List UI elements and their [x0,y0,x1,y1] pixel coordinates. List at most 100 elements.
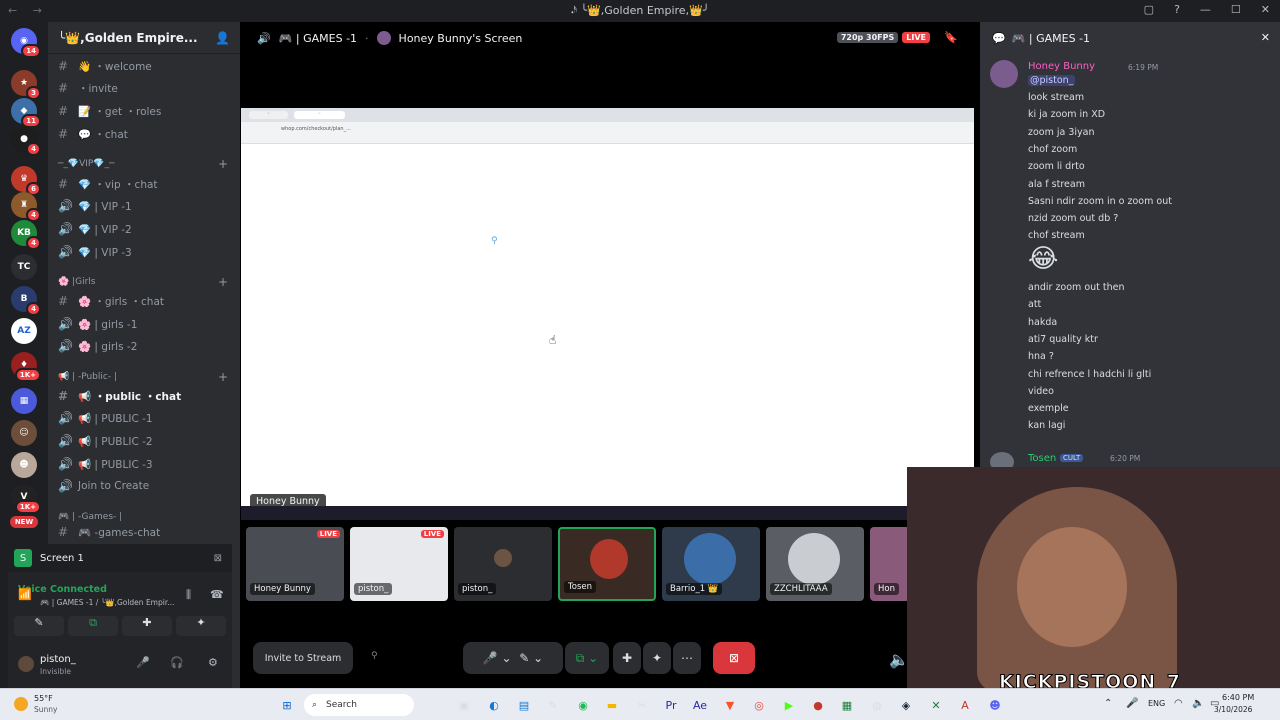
server-icon[interactable]: ♛ 6 [11,166,41,196]
category-girls[interactable]: 🌸 |Girls + [58,274,234,290]
soundboard-icon[interactable]: ✦ [643,642,671,674]
inbox-icon[interactable]: ▢ [1144,3,1154,16]
channel-invite[interactable]: # ・invite [58,78,234,98]
noise-suppression-icon[interactable]: ⫼ [186,588,191,602]
channel-welcome[interactable]: # 👋 ・welcome [58,56,234,76]
voice-girls-1[interactable]: 🔊 🌸 | girls -1 [58,314,234,334]
user-mention[interactable]: @piston_ [1028,75,1076,86]
clock-time[interactable]: 6:40 PM [1222,693,1254,702]
voice-public-3[interactable]: 🔊 📢 | PUBLIC -3 [58,454,234,474]
voice-girls-2[interactable]: 🔊 🌸 | girls -2 [58,336,234,356]
start-icon[interactable]: ⊞ [277,695,297,715]
server-header[interactable]: ╰👑,Golden Empire... 👤 [48,22,240,54]
minimize-button[interactable]: — [1200,3,1211,16]
category-vip[interactable]: ─_💎VIP💎_─ + [58,156,234,172]
premiere-icon[interactable]: Pr [661,695,681,715]
app-icon[interactable]: ▦ [837,695,857,715]
task-view-icon[interactable]: ▣ [454,695,474,715]
spotify-icon[interactable]: ◉ [573,695,593,715]
pin-icon[interactable]: ⚲ [371,651,378,661]
brave-icon[interactable]: ▼ [720,695,740,715]
server-icon[interactable]: B4 [11,286,41,316]
avatar[interactable] [990,60,1018,88]
channel-vip-chat[interactable]: # 💎 ・vip ・chat [58,174,234,194]
category-public[interactable]: 📢 | -Public- | + [58,369,234,385]
voice-vip-3[interactable]: 🔊 💎 | VIP -3 [58,242,234,262]
participant-tile[interactable]: LIVE Honey Bunny [246,527,344,601]
shared-screen[interactable]: ◦ ◦ whop.com/checkout/plan_... ⚲ ☝ [241,108,974,508]
bookmark-icon[interactable]: 🔖 [944,31,958,44]
participant-tile[interactable]: Hon [870,527,910,601]
participant-tile[interactable]: Barrio_1 👑 [662,527,760,601]
app-icon[interactable]: ◍ [867,695,887,715]
participant-tile[interactable]: Tosen [558,527,656,601]
discord-icon[interactable]: ☻ [985,695,1005,715]
xbox-icon[interactable]: ✕ [926,695,946,715]
activities-icon[interactable]: ✚ [122,616,172,636]
message-author[interactable]: Honey Bunny [1028,61,1095,72]
taskbar-search[interactable]: ⌕ Search [304,694,414,716]
server-icon[interactable]: V 1K+ [11,484,41,514]
weather-icon[interactable] [14,697,28,711]
edge-icon[interactable]: ◐ [484,695,504,715]
chrome-icon[interactable]: ◎ [749,695,769,715]
close-icon[interactable]: ⊠ [214,553,222,564]
add-channel-icon[interactable]: + [218,275,228,289]
participant-tile[interactable]: piston_ [454,527,552,601]
close-button[interactable]: ✕ [1261,3,1270,16]
channel-chat[interactable]: # 💬 ・chat [58,124,234,144]
server-icon[interactable]: ☺ [11,420,37,446]
wifi-icon[interactable]: ◠ [1174,698,1183,709]
leave-call-button[interactable]: ⊠ [713,642,755,674]
home-icon[interactable]: ◉ 14 [11,28,41,58]
kick-icon[interactable]: ▶ [779,695,799,715]
avatar[interactable] [18,656,34,672]
camera-off-icon[interactable]: ✎ ⌄ [519,651,543,665]
voice-vip-2[interactable]: 🔊 💎 | VIP -2 [58,219,234,239]
server-az-icon[interactable]: AZ [11,318,37,344]
steam-icon[interactable]: ◈ [896,695,916,715]
capcut-icon[interactable]: ✂ [632,695,652,715]
channel-public-chat[interactable]: # 📢 ・public ・chat [58,386,234,406]
screen-share-card[interactable]: S Screen 1 ⊠ [8,544,232,572]
volume-icon[interactable]: 🔈 [1192,698,1204,709]
channel-girls-chat[interactable]: # 🌸 ・girls ・chat [58,291,234,311]
server-icon[interactable]: KB 4 [11,220,41,250]
screen-share-button[interactable]: ⧉ ⌄ [565,642,609,674]
server-tc-icon[interactable]: TC [11,254,37,280]
server-icon[interactable]: ♦ 1K+ [11,352,41,382]
folder-icon[interactable]: ▦ [11,388,37,414]
app-icon[interactable]: A [955,695,975,715]
whiteboard-icon[interactable]: ✎ [14,616,64,636]
activities-icon[interactable]: ✚ [613,642,641,674]
channel-get-roles[interactable]: # 📝 ・get ・roles [58,101,234,121]
weather-temp[interactable]: 55°F [34,694,53,703]
close-icon[interactable]: ✕ [1261,31,1270,44]
voice-public-2[interactable]: 🔊 📢 | PUBLIC -2 [58,431,234,451]
category-games[interactable]: 🎮 | -Games- | [58,509,234,525]
microphone-icon[interactable]: 🎤 ⌄ [483,651,512,665]
voice-vip-1[interactable]: 🔊 💎 | VIP -1 [58,196,234,216]
add-channel-icon[interactable]: + [218,370,228,384]
microphone-icon[interactable]: 🎤 [136,656,150,669]
add-channel-icon[interactable]: + [218,157,228,171]
disconnect-icon[interactable]: ☎ [210,588,224,601]
app-icon[interactable]: ● [808,695,828,715]
maximize-button[interactable]: ☐ [1231,3,1241,16]
invite-to-stream-button[interactable]: Invite to Stream [253,642,353,674]
server-icon[interactable]: ◆ 11 [11,98,41,128]
help-icon[interactable]: ? [1174,3,1180,16]
participant-tile[interactable]: LIVE piston_ [350,527,448,601]
message-author[interactable]: Tosen [1028,453,1056,464]
more-options-icon[interactable]: ⋯ [673,642,701,674]
soundboard-icon[interactable]: ✦ [176,616,226,636]
voice-location[interactable]: 🎮 | GAMES -1 / ╰👑,Golden Empir... [40,598,180,607]
participant-tile[interactable]: ZZCHLITAAA [766,527,864,601]
file-explorer-icon[interactable]: ▬ [602,695,622,715]
clock-date[interactable]: 3/10/2026 [1214,705,1252,714]
server-icon[interactable]: ★ 3 [11,70,41,100]
server-icon[interactable]: ♜ 4 [11,192,41,222]
server-icon[interactable]: ☻ [11,452,37,478]
tray-chevron-icon[interactable]: ⌃ [1104,698,1112,709]
username[interactable]: piston_ [40,654,76,665]
